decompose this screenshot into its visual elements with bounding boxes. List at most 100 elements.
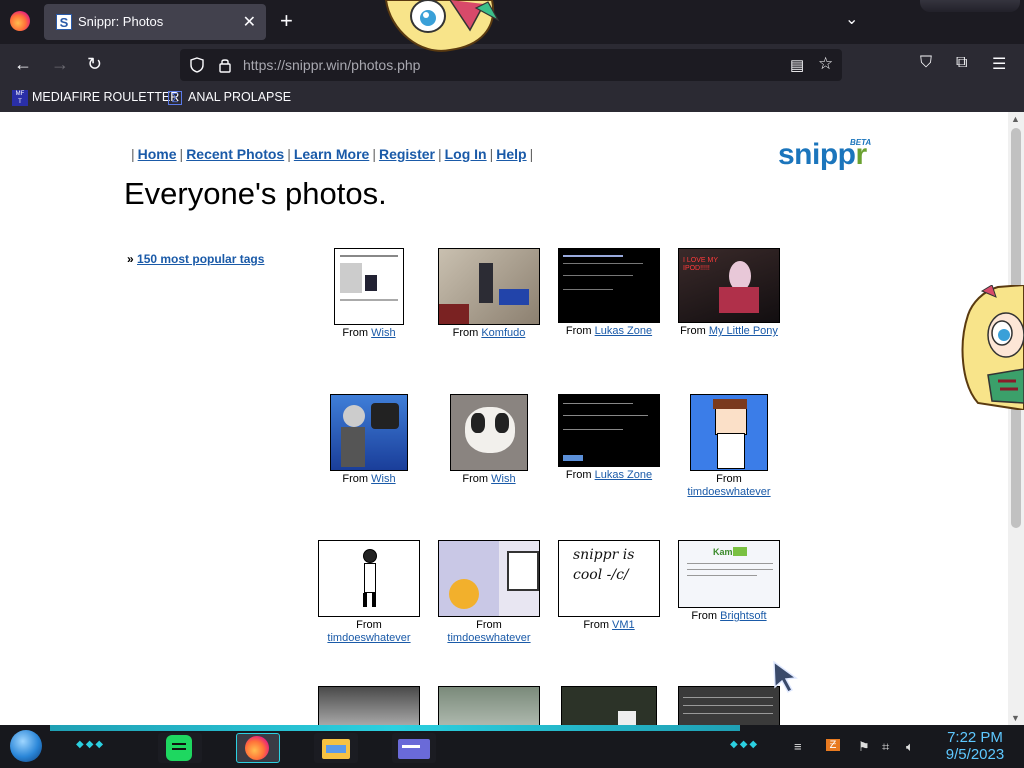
cartoon-sticker-top: [384, 0, 500, 52]
photo-item: From Lukas Zone: [558, 248, 660, 338]
photo-source-link[interactable]: Brightsoft: [720, 610, 766, 622]
photo-item: From Wish: [438, 394, 540, 486]
pocket-icon[interactable]: ⛉: [920, 54, 932, 72]
flag-icon[interactable]: ⚑: [858, 739, 870, 755]
volume-icon[interactable]: 🔈︎: [906, 739, 914, 755]
nav-help-link[interactable]: Help: [496, 146, 526, 162]
mouse-cursor-icon: [773, 660, 798, 693]
system-clock[interactable]: 7:22 PM 9/5/2023: [935, 729, 1015, 763]
hamburger-menu-icon[interactable]: ☰: [992, 54, 1006, 74]
taskbar-decoration-left-icon: ◆◆◆: [76, 739, 106, 750]
photo-source-link[interactable]: timdoeswhatever: [327, 632, 410, 644]
cartoon-sticker-side: [961, 285, 1024, 410]
forward-arrow-icon[interactable]: →: [51, 54, 69, 74]
popular-tags: » 150 most popular tags: [127, 252, 265, 266]
photo-thumbnail[interactable]: [318, 686, 420, 725]
firefox-taskbar-icon[interactable]: [236, 733, 280, 763]
photo-item: [678, 686, 780, 725]
nav-log-in-link[interactable]: Log In: [445, 146, 487, 162]
photo-source-link[interactable]: Wish: [371, 473, 395, 485]
navigation-toolbar: ← → ↻ https://snippr.win/photos.php ▤ ☆ …: [0, 44, 1024, 86]
photo-item: From Komfudo: [438, 248, 540, 340]
photo-item: From Lukas Zone: [558, 394, 660, 482]
taskbar-accent-rail: [50, 725, 740, 731]
photo-thumbnail[interactable]: [438, 248, 540, 325]
photo-thumbnail[interactable]: I LOVE MY IPOD!!!!!: [678, 248, 780, 323]
photo-item: From Wish: [318, 394, 420, 486]
photo-item: [318, 686, 420, 725]
url-bar[interactable]: https://snippr.win/photos.php ▤ ☆: [180, 49, 842, 81]
tab-bar: S Snippr: Photos ✕ + ⌄: [0, 0, 1024, 44]
photo-item: From timdoeswhatever: [678, 394, 780, 499]
photo-source-link[interactable]: Lukas Zone: [595, 469, 652, 481]
bookmark-mediafire-rouletter[interactable]: MF T MEDIAFIRE ROULETTER: [12, 90, 179, 106]
photo-source-link[interactable]: VM1: [612, 619, 635, 631]
nav-learn-more-link[interactable]: Learn More: [294, 146, 369, 162]
clock-date: 9/5/2023: [945, 746, 1005, 763]
photo-thumbnail[interactable]: [690, 394, 768, 471]
nav-register-link[interactable]: Register: [379, 146, 435, 162]
photo-thumbnail[interactable]: [450, 394, 528, 471]
photo-source-link[interactable]: Komfudo: [481, 327, 525, 339]
lock-icon[interactable]: [218, 57, 232, 73]
photo-thumbnail[interactable]: [438, 540, 540, 617]
beta-badge: BETA: [850, 138, 872, 147]
photo-item: From timdoeswhatever: [318, 540, 420, 645]
photo-item: From Wish: [318, 248, 420, 340]
bookmark-star-icon[interactable]: ☆: [818, 54, 833, 74]
reload-icon[interactable]: ↻: [87, 54, 102, 74]
desktop-stack-icon[interactable]: ≡: [794, 739, 802, 754]
photo-thumbnail[interactable]: [318, 540, 420, 617]
photo-item: Kam From Brightsoft: [678, 540, 780, 623]
popular-tags-link[interactable]: 150 most popular tags: [137, 252, 264, 266]
photo-item: From timdoeswhatever: [438, 540, 540, 645]
file-explorer-taskbar-icon[interactable]: [314, 733, 358, 763]
tracking-shield-icon[interactable]: [190, 57, 204, 73]
scroll-down-arrow-icon[interactable]: ▼: [1011, 713, 1020, 723]
bookmark-anal-prolapse[interactable]: ∑ ANAL PROLAPSE: [168, 90, 291, 105]
taskbar-decoration-right-icon: ◆◆◆: [730, 739, 760, 750]
photo-source-link[interactable]: Wish: [371, 327, 395, 339]
photo-thumbnail[interactable]: [438, 686, 540, 725]
nav-recent-photos-link[interactable]: Recent Photos: [186, 146, 284, 162]
url-text[interactable]: https://snippr.win/photos.php: [243, 57, 420, 73]
reader-view-icon[interactable]: ▤: [790, 56, 804, 74]
page-title: Everyone's photos.: [124, 176, 387, 211]
photo-thumbnail[interactable]: [561, 686, 657, 725]
tab-list-chevron-icon[interactable]: ⌄: [845, 9, 858, 29]
photo-thumbnail[interactable]: snippr is cool -/c/: [558, 540, 660, 617]
new-tab-icon[interactable]: +: [280, 9, 293, 33]
bookmark-icon: ∑: [168, 91, 182, 105]
photo-thumbnail[interactable]: [558, 248, 660, 323]
photo-thumbnail[interactable]: [558, 394, 660, 467]
network-icon[interactable]: ⌗: [882, 739, 889, 755]
photo-thumbnail[interactable]: [330, 394, 408, 471]
nav-home-link[interactable]: Home: [138, 146, 177, 162]
tray-app-icon[interactable]: Ƶ: [826, 739, 840, 751]
window-frame-decoration: [920, 0, 1020, 12]
scroll-up-arrow-icon[interactable]: ▲: [1011, 114, 1020, 124]
photo-source-link[interactable]: Lukas Zone: [595, 325, 652, 337]
bookmarks-toolbar: MF T MEDIAFIRE ROULETTER ∑ ANAL PROLAPSE: [0, 86, 1024, 112]
mediafire-icon: MF T: [12, 90, 28, 106]
spotify-taskbar-icon[interactable]: [158, 733, 202, 763]
app-window-taskbar-icon[interactable]: [392, 733, 436, 763]
photo-source-link[interactable]: timdoeswhatever: [687, 486, 770, 498]
tab-close-icon[interactable]: ✕: [243, 12, 256, 32]
clock-time: 7:22 PM: [947, 729, 1003, 746]
photo-thumbnail[interactable]: Kam: [678, 540, 780, 608]
extensions-icon[interactable]: ⧉: [956, 54, 967, 72]
photo-source-link[interactable]: Wish: [491, 473, 515, 485]
photo-item: [558, 686, 660, 725]
photo-item: [438, 686, 540, 725]
photo-item: I LOVE MY IPOD!!!!! From My Little Pony: [678, 248, 780, 338]
photo-thumbnail[interactable]: [678, 686, 780, 725]
active-tab[interactable]: S Snippr: Photos ✕: [44, 4, 266, 40]
back-arrow-icon[interactable]: ←: [14, 54, 32, 74]
photo-source-link[interactable]: My Little Pony: [709, 325, 778, 337]
start-button[interactable]: [10, 730, 42, 762]
photo-thumbnail[interactable]: [334, 248, 404, 325]
page-scrollbar[interactable]: ▲ ▼: [1008, 112, 1024, 725]
firefox-menu-icon[interactable]: [10, 11, 30, 31]
photo-source-link[interactable]: timdoeswhatever: [447, 632, 530, 644]
